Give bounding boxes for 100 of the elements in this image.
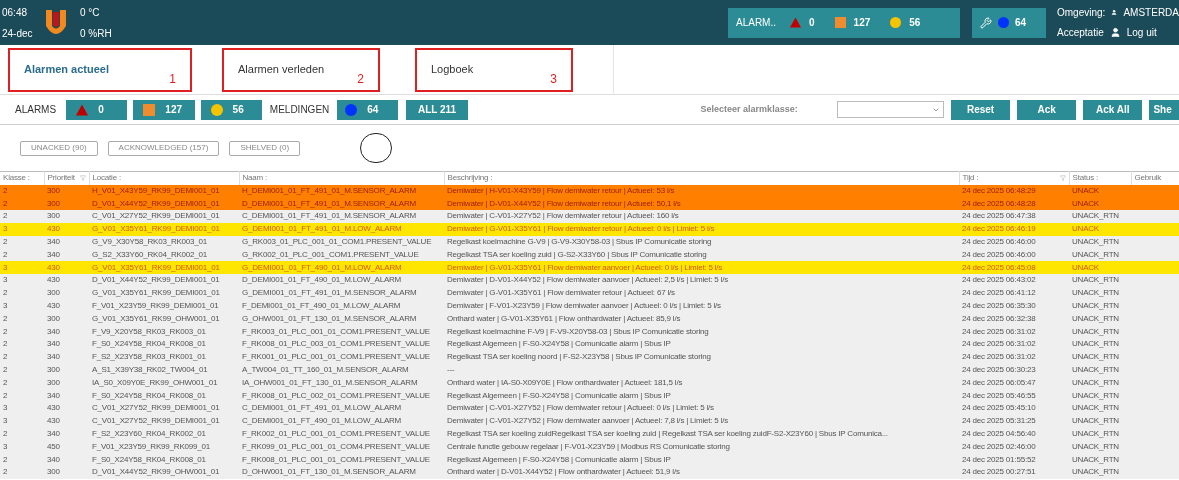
table-cell: F_S2_X23Y60_RK04_RK002_01 [89, 427, 239, 441]
table-cell: G_V01_X35Y61_RK99_DEMI001_01 [89, 222, 239, 236]
table-cell: Demiwater | C-V01-X27Y52 | Flow demiwater retour | Actueel: 160 l/s [444, 210, 959, 223]
class-select-field[interactable] [836, 101, 944, 118]
table-cell: UNACK_RTN [1069, 440, 1131, 454]
table-cell: UNACK_RTN [1069, 235, 1131, 249]
table-cell: UNACK_RTN [1069, 453, 1131, 467]
table-cell: Regelkast koelmachine G-V9 | G-V9-X30Y58-03 | Sbus IP Comunicatie storing [444, 235, 959, 249]
service-panel[interactable]: 64 [972, 7, 1046, 38]
table-cell: 2 [0, 338, 44, 351]
table-cell: 2 [0, 427, 44, 441]
table-row[interactable]: 2 300 C_V01_X27Y52_RK99_DEMI001_01 C_DEMI001_01_FT_491_01_M.SENSOR_ALARM Demiwater | C-V01-X27Y52 | Flow demiwater retour | Actueel: 160 l/s 24 dec 2025 06:47:38 UNACK_RTN [0, 210, 1179, 223]
alarm-summary-panel[interactable]: ALARM.. 0 127 56 [728, 7, 960, 38]
table-row[interactable]: 2 300 D_V01_X44Y52_RK99_OHW001_01 D_OHW001_01_FT_130_01_M.SENSOR_ALARM Onthard water | D-V01-X44Y52 | Flow onthardwater | Actueel: 51,9 l/s 24 dec 2025 00:27:51 UNACK_RTN [0, 466, 1179, 479]
table-cell: 3 [0, 261, 44, 275]
table-row[interactable]: 2 340 G_S2_X33Y60_RK04_RK002_01 G_RK002_01_PLC_001_COM1.PRESENT_VALUE Regelkast TSA ser koeling zuid | G-S2-X33Y60 | Sbus IP Comunicatie storing 24 dec 2025 06:46:00 UNACK_RTN [0, 248, 1179, 262]
tab[interactable]: Alarmen actueel [24, 61, 109, 78]
column-header[interactable]: Klasse : [0, 171, 44, 185]
alarm-filter-button[interactable]: 56 [200, 99, 262, 120]
table-row[interactable]: 2 340 F_V9_X20Y58_RK03_RK003_01 F_RK003_01_PLC_001_01_COM1.PRESENT_VALUE Regelkast koelmachine F-V9 | F-V9-X20Y58-03 | Sbus IP Comunicatie storing 24 dec 2025 06:31:02 UNACK_RTN [0, 325, 1179, 339]
status-filter-button[interactable]: UNACKED (90) [20, 140, 98, 156]
action-button[interactable]: Ack All [1083, 99, 1143, 120]
table-cell: A_S1_X39Y38_RK02_TW004_01 [89, 363, 239, 377]
table-cell: 24 dec 2025 01:55:52 [959, 453, 1069, 467]
action-button[interactable]: Ack [1017, 99, 1077, 120]
table-row[interactable]: 2 340 F_S0_X24Y58_RK04_RK008_01 F_RK008_01_PLC_002_01_COM1.PRESENT_VALUE Regelkast Algemeen | F-S0-X24Y58 | Comunicatie alarm | Sbus IP 24 dec 2025 05:46:55 UNACK_RTN [0, 389, 1179, 403]
action-button[interactable]: She [1149, 99, 1179, 120]
column-header[interactable]: Tijd : [959, 171, 1069, 185]
triangle-icon [76, 103, 89, 116]
table-cell: G_RK002_01_PLC_001_COM1.PRESENT_VALUE [239, 248, 444, 262]
table-cell: F_S0_X24Y58_RK04_RK008_01 [89, 389, 239, 403]
table-cell: 2 [0, 286, 44, 300]
column-header[interactable]: Status : [1069, 171, 1131, 185]
table-cell: 24 dec 2025 06:41:12 [959, 286, 1069, 300]
table-row[interactable]: 2 300 D_V01_X44Y52_RK99_DEMI001_01 D_DEMI001_01_FT_491_01_M.SENSOR_ALARM Demiwater | D-V01-X44Y52 | Flow demiwater retour | Actueel: 50,1 l/s 24 dec 2025 06:48:28 UNACK [0, 197, 1179, 211]
table-cell: Demiwater | H-V01-X43Y59 | Flow demiwater retour | Actueel: 53 l/s [444, 184, 959, 198]
table-cell: G_DEMI001_01_FT_490_01_M.LOW_ALARM [239, 261, 444, 275]
melding-filter-button[interactable]: 64 [337, 99, 399, 120]
annotation-number: 1 [169, 70, 176, 88]
alarm-filter-button[interactable]: 127 [133, 99, 195, 120]
table-cell: D_DEMI001_01_FT_491_01_M.SENSOR_ALARM [239, 197, 444, 211]
table-cell: F_RK008_01_PLC_002_01_COM1.PRESENT_VALUE [239, 389, 444, 403]
table-cell: UNACK_RTN [1069, 325, 1131, 339]
table-row[interactable]: 2 300 G_V01_X35Y61_RK99_OHW001_01 G_OHW001_01_FT_130_01_M.SENSOR_ALARM Onthard water | G-V01-X35Y61 | Flow onthardwater | Actueel: 85,9 l/s 24 dec 2025 06:32:38 UNACK_RTN [0, 312, 1179, 326]
alarms-label: ALARMS [15, 103, 57, 117]
table-cell: F_RK003_01_PLC_001_01_COM1.PRESENT_VALUE [239, 325, 444, 339]
column-header[interactable]: Prioriteit [44, 171, 89, 185]
column-header[interactable]: Gebruik [1131, 171, 1179, 185]
table-cell: F_RK008_01_PLC_003_01_COM1.PRESENT_VALUE [239, 338, 444, 351]
table-row[interactable]: 2 340 F_S0_X24Y58_RK04_RK008_01 F_RK008_01_PLC_003_01_COM1.PRESENT_VALUE Regelkast Algemeen | F-S0-X24Y58 | Comunicatie alarm | Sbus IP 24 dec 2025 06:31:02 UNACK_RTN [0, 338, 1179, 351]
table-cell: 24 dec 2025 06:31:02 [959, 350, 1069, 364]
table-cell: F_RK099_01_PLC_001_01_COM4.PRESENT_VALUE [239, 440, 444, 454]
table-row[interactable]: 2 300 IA_S0_X09Y0E_RK99_OHW001_01 IA_OHW001_01_FT_130_01_M.SENSOR_ALARM Onthard water | IA-S0-X09Y0E | Flow onthardwater | Actueel: 181,5 l/s 24 dec 2025 06:05:47 UNACK_RTN [0, 376, 1179, 390]
table-cell: C_DEMI001_01_FT_490_01_M.LOW_ALARM [239, 414, 444, 428]
annotation-number: 3 [550, 70, 557, 88]
table-cell: H_V01_X43Y59_RK99_DEMI001_01 [89, 184, 239, 198]
table-cell: 24 dec 2025 04:56:40 [959, 427, 1069, 441]
column-header[interactable]: Naam : [239, 171, 444, 185]
table-row[interactable]: 2 340 F_S0_X24Y58_RK04_RK008_01 F_RK008_01_PLC_001_01_COM1.PRESENT_VALUE Regelkast Algemeen | F-S0-X24Y58 | Comunicatie alarm | Sbus IP 24 dec 2025 01:55:52 UNACK_RTN [0, 453, 1179, 467]
table-cell: H_DEMI001_01_FT_491_01_M.SENSOR_ALARM [239, 184, 444, 198]
table-cell: 24 dec 2025 05:45:10 [959, 402, 1069, 415]
table-cell: 340 [44, 338, 89, 351]
tab[interactable]: Alarmen verleden [238, 61, 325, 78]
logout-link[interactable]: Log uit [1126, 25, 1157, 40]
table-cell: 430 [44, 222, 89, 236]
table-cell: 3 [0, 402, 44, 415]
table-cell: Regelkast TSA ser koeling zuidRegelkast TSA ser koeling zuid | Regelkast TSA ser koeling zuidF-S2-X23Y60 | Sbus IP Comunica... [444, 427, 959, 441]
table-cell: UNACK_RTN [1069, 427, 1131, 441]
table-cell: G_V9_X30Y58_RK03_RK003_01 [89, 235, 239, 249]
table-row[interactable]: 3 430 C_V01_X27Y52_RK99_DEMI001_01 C_DEMI001_01_FT_491_01_M.LOW_ALARM Demiwater | C-V01-X27Y52 | Flow demiwater retour | Actueel: 0 l/s | Limiet: 5 l/s 24 dec 2025 05:45:10 UNACK_RTN [0, 402, 1179, 415]
table-row[interactable]: 3 450 F_V01_X23Y59_RK99_RK099_01 F_RK099_01_PLC_001_01_COM4.PRESENT_VALUE Centrale functie gebouw regelaar | F-V01-X23Y59 | Modbus RS Comunicatie storing 24 dec 2025 02:46:00 UNACK_RTN [0, 440, 1179, 454]
tab[interactable]: Logboek [431, 61, 474, 78]
table-cell: C_V01_X27Y52_RK99_DEMI001_01 [89, 402, 239, 415]
status-filter-button[interactable]: ACKNOWLEDGED (157) [107, 140, 220, 156]
all-filter-button[interactable]: ALL 211 [406, 99, 468, 120]
meldingen-label: MELDINGEN [269, 103, 330, 117]
filter-icon [79, 175, 86, 182]
table-cell: Demiwater | F-V01-X23Y59 | Flow demiwater aanvoer | Actueel: 0 l/s | Limiet: 5 l/s [444, 299, 959, 313]
table-row[interactable]: 3 430 D_V01_X44Y52_RK99_DEMI001_01 D_DEMI001_01_FT_490_01_M.LOW_ALARM Demiwater | D-V01-X44Y52 | Flow demiwater aanvoer | Actueel: 2,5 l/s | Limiet: 5 l/s 24 dec 2025 06:43:02 UNACK_RTN [0, 274, 1179, 287]
table-row[interactable]: 3 430 G_V01_X35Y61_RK99_DEMI001_01 G_DEMI001_01_FT_490_01_M.LOW_ALARM Demiwater | G-V01-X35Y61 | Flow demiwater aanvoer | Actueel: 0 l/s | Limiet: 5 l/s 24 dec 2025 06:45:08 UNACK [0, 261, 1179, 275]
table-cell: D_V01_X44Y52_RK99_OHW001_01 [89, 466, 239, 479]
table-cell: 24 dec 2025 06:31:02 [959, 338, 1069, 351]
column-header[interactable]: Locatie : [89, 171, 239, 185]
table-cell: 3 [0, 299, 44, 313]
clock-time: 06:48 [2, 5, 29, 20]
table-cell: Demiwater | D-V01-X44Y52 | Flow demiwater retour | Actueel: 50,1 l/s [444, 197, 959, 211]
table-cell: 300 [44, 376, 89, 390]
status-filter-button[interactable]: SHELVED (0) [229, 140, 301, 156]
column-header[interactable]: Beschrijving : [444, 171, 959, 185]
table-cell: 3 [0, 274, 44, 287]
table-cell: 24 dec 2025 06:31:02 [959, 325, 1069, 339]
table-cell: UNACK_RTN [1069, 248, 1131, 262]
action-button[interactable]: Reset [951, 99, 1011, 120]
table-cell: 2 [0, 389, 44, 403]
table-cell: 300 [44, 197, 89, 211]
table-cell: 2 [0, 248, 44, 262]
alarm-filter-button[interactable]: 0 [66, 99, 128, 120]
table-cell: 2 [0, 363, 44, 377]
table-cell: A_TW004_01_TT_160_01_M.SENSOR_ALARM [239, 363, 444, 377]
class-select-label: Selecteer alarmklasse: [700, 102, 799, 116]
